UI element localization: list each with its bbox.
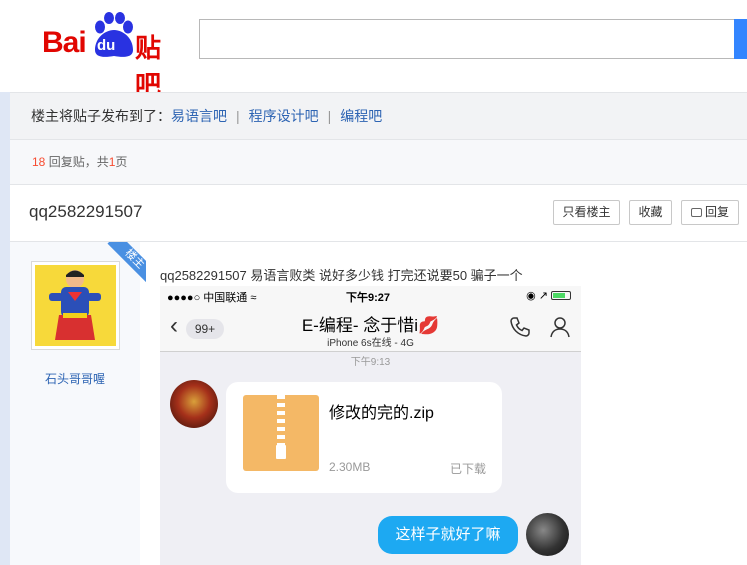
left-gutter [0,92,10,565]
forum-link-3[interactable]: 编程吧 [340,108,382,124]
my-avatar [526,513,569,556]
page-text: 页 [115,155,128,169]
baidu-tieba-logo[interactable]: Bai du 贴吧 [42,12,182,101]
reply-text: 回复贴，共 [45,155,109,169]
logo-du: du [97,37,116,54]
author-name[interactable]: 石头哥哥喔 [10,370,140,387]
search-button[interactable] [734,19,747,59]
carrier: ●●●●○ 中国联通 ≈ [167,292,257,304]
forward-prefix: 楼主将贴子发布到了： [31,108,171,124]
phone-icon [510,317,530,337]
reply-count: 18 [32,155,46,169]
separator: | [327,108,332,124]
reply-icon [690,208,702,217]
reply-info: 18 回复贴，共1页 [10,140,747,185]
separator: | [236,108,240,124]
forum-link-1[interactable]: 易语言吧 [171,108,227,124]
avatar-image [35,265,116,346]
battery-icon [551,291,571,300]
zip-file-icon [243,395,319,471]
post-text: qq2582291507 易语言败类 说好多少钱 打完还说要50 骗子一个 [160,268,523,283]
file-name: 修改的完的.zip [329,405,434,422]
thread-title: qq2582291507 [29,202,143,221]
file-size: 2.30MB [329,460,371,474]
phone-time: 下午9:27 [346,292,391,304]
op-badge-label: 楼主 [107,242,146,282]
status-right: ◉ ↗ [526,289,571,302]
person-icon [550,317,570,338]
only-op-button[interactable]: 只看楼主 [553,200,620,225]
header: Bai du 贴吧 [0,0,747,101]
logo-bai: Bai [42,26,87,59]
superman-icon [35,265,116,346]
phone-status-bar: ●●●●○ 中国联通 ≈ 下午9:27 ◉ ↗ [160,286,581,306]
thread-title-bar: qq2582291507 只看楼主 收藏 回复 [10,185,747,242]
sender-avatar [170,380,218,428]
op-badge: 楼主 [106,242,146,282]
chat-timestamp: 下午9:13 [350,357,391,368]
author-column: 石头哥哥喔 [10,242,140,565]
logo-tieba: 贴吧 [135,34,161,101]
favorite-button[interactable]: 收藏 [629,200,672,225]
reply-button-label: 回复 [704,205,729,219]
my-message-bubble: 这样子就好了嘛 [378,516,518,554]
reply-button[interactable]: 回复 [681,200,739,225]
file-card: 修改的完的.zip 2.30MB 已下载 [226,382,502,493]
forward-bar: 楼主将贴子发布到了：易语言吧 | 程序设计吧 | 编程吧 [10,92,747,140]
forum-link-2[interactable]: 程序设计吧 [249,108,319,124]
search-input[interactable] [199,19,739,59]
thread-main: 楼主将贴子发布到了：易语言吧 | 程序设计吧 | 编程吧 18 回复贴，共1页 qq25… [10,92,747,565]
chat-navbar: ‹ 99+ E-编程- 念于惜i💋 iPhone 6s在线 - 4G [160,306,581,352]
file-status: 已下载 [449,462,486,476]
post-image[interactable]: ●●●●○ 中国联通 ≈ 下午9:27 ◉ ↗ ‹ 99+ E-编程- 念于惜i… [160,286,581,565]
